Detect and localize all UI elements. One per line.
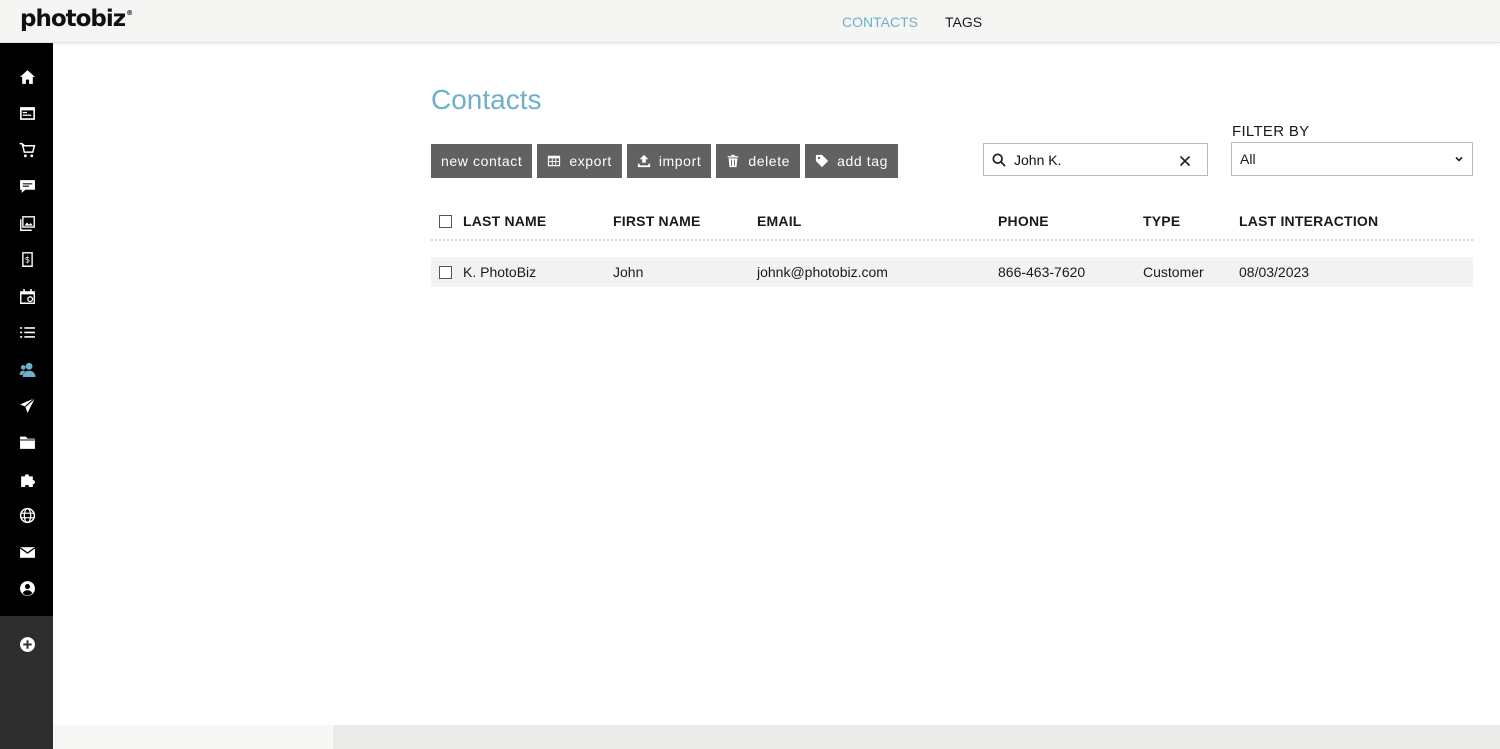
table-row[interactable]: K. PhotoBiz John johnk@photobiz.com 866-… — [431, 257, 1473, 287]
export-label: export — [569, 153, 612, 169]
mail-icon[interactable] — [17, 542, 37, 562]
logo-text: photobiz — [20, 6, 126, 32]
header-last-interaction[interactable]: LAST INTERACTION — [1239, 213, 1378, 229]
table-header: LAST NAME FIRST NAME EMAIL PHONE TYPE LA… — [431, 203, 1473, 241]
header-first-name[interactable]: FIRST NAME — [613, 213, 701, 229]
new-contact-button[interactable]: new contact — [431, 144, 533, 178]
upload-icon — [637, 154, 650, 168]
add-circle-icon[interactable] — [17, 634, 37, 654]
globe-icon[interactable] — [17, 505, 37, 525]
photobiz-logo[interactable]: photobiz® — [20, 6, 133, 32]
spreadsheet-icon — [548, 155, 561, 167]
account-icon[interactable] — [17, 578, 37, 598]
chevron-down-icon — [1455, 156, 1463, 162]
footer-bar — [333, 725, 1500, 749]
cell-phone: 866-463-7620 — [998, 264, 1086, 280]
filter-label: FILTER BY — [1232, 123, 1310, 140]
cell-email: johnk@photobiz.com — [757, 264, 888, 280]
cell-type: Customer — [1143, 264, 1204, 280]
delete-label: delete — [748, 153, 791, 169]
list-icon[interactable] — [17, 322, 37, 342]
import-button[interactable]: import — [626, 144, 712, 178]
filter-select[interactable]: All — [1231, 142, 1473, 176]
cell-last-name: K. PhotoBiz — [463, 264, 537, 280]
export-button[interactable]: export — [537, 144, 622, 178]
svg-text:$: $ — [24, 255, 29, 265]
invoice-icon[interactable]: $ — [17, 249, 37, 269]
home-icon[interactable] — [17, 67, 37, 87]
cart-icon[interactable] — [17, 140, 37, 160]
folder-icon[interactable] — [17, 432, 37, 452]
trash-icon — [728, 154, 739, 168]
header-email[interactable]: EMAIL — [757, 213, 802, 229]
add-tag-button[interactable]: add tag — [805, 144, 898, 178]
select-all-checkbox[interactable] — [439, 214, 452, 228]
search-box — [983, 143, 1208, 176]
filter-selected-value: All — [1240, 151, 1256, 167]
close-icon — [1179, 155, 1191, 166]
header-type[interactable]: TYPE — [1143, 213, 1180, 229]
calendar-icon[interactable] — [17, 286, 37, 306]
import-label: import — [658, 153, 702, 169]
search-icon — [992, 152, 1006, 167]
row-checkbox[interactable] — [439, 265, 452, 279]
contacts-table: LAST NAME FIRST NAME EMAIL PHONE TYPE LA… — [431, 203, 1473, 287]
header-phone[interactable]: PHONE — [998, 213, 1049, 229]
website-icon[interactable] — [17, 103, 37, 123]
top-nav: CONTACTS TAGS — [842, 14, 982, 30]
clear-search-button[interactable] — [1179, 154, 1191, 166]
send-icon[interactable] — [17, 395, 37, 415]
cell-first-name: John — [613, 264, 644, 280]
top-bar: photobiz® CONTACTS TAGS — [0, 0, 1500, 43]
header-last-name[interactable]: LAST NAME — [463, 213, 546, 229]
search-input[interactable] — [1014, 151, 1179, 168]
sidebar-add-area — [0, 616, 53, 749]
nav-contacts[interactable]: CONTACTS — [842, 14, 918, 30]
new-contact-label: new contact — [441, 153, 523, 169]
tag-icon — [815, 154, 829, 168]
cell-last-interaction: 08/03/2023 — [1239, 264, 1310, 280]
toolbar: new contact export import delete add tag — [431, 144, 898, 178]
chat-icon[interactable] — [17, 176, 37, 196]
puzzle-icon[interactable] — [17, 469, 37, 489]
contacts-icon[interactable] — [17, 359, 37, 379]
logo-registered-mark: ® — [126, 9, 133, 17]
page-title: Contacts — [431, 84, 542, 115]
gallery-icon[interactable] — [17, 213, 37, 233]
nav-tags[interactable]: TAGS — [945, 14, 982, 30]
add-tag-label: add tag — [837, 153, 888, 169]
delete-button[interactable]: delete — [716, 144, 801, 178]
footer-left — [53, 725, 333, 749]
sidebar: $ — [0, 43, 53, 749]
